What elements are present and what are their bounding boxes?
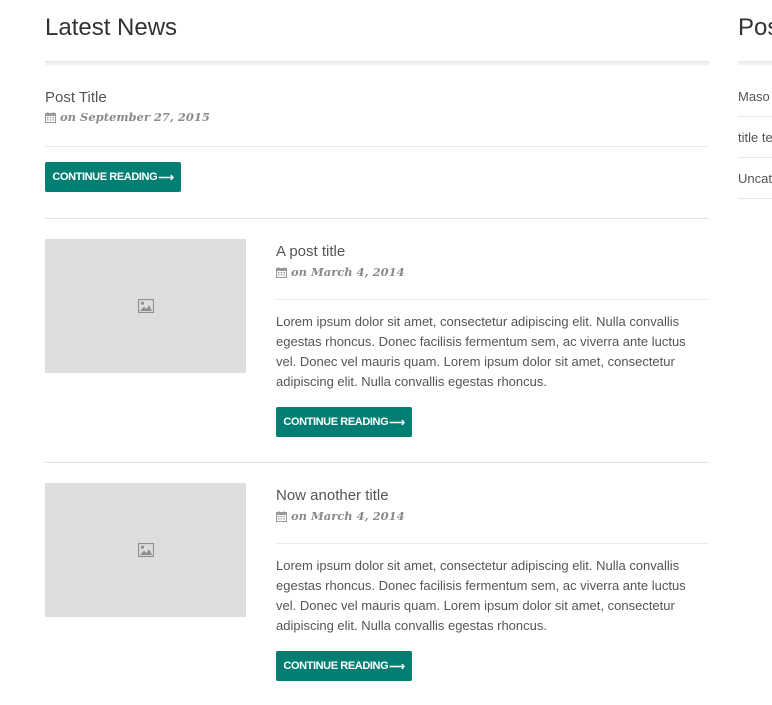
section-title-rule — [45, 61, 709, 65]
post-title[interactable]: A post title — [276, 243, 345, 260]
post-meta-divider — [276, 543, 709, 544]
image-placeholder-icon — [137, 299, 154, 313]
arrow-right-icon: ⟶ — [389, 660, 405, 673]
post-meta: on March 4, 2014 — [276, 265, 405, 279]
post-title[interactable]: Now another title — [276, 487, 389, 504]
post-divider — [45, 462, 709, 463]
sidebar-item-label: Maso — [738, 89, 770, 104]
post-excerpt: Lorem ipsum dolor sit amet, consectetur … — [276, 314, 686, 389]
post-date: on March 4, 2014 — [291, 509, 405, 523]
sidebar-item[interactable]: title te — [738, 117, 772, 158]
section-title: Latest News — [45, 14, 178, 41]
sidebar: Pos Maso title te Uncat — [738, 0, 772, 705]
sidebar-item-label: title te — [738, 130, 772, 145]
continue-reading-button[interactable]: CONTINUE READING ⟶ — [276, 407, 412, 437]
post-meta: on September 27, 2015 — [45, 110, 210, 124]
post-meta-divider — [276, 299, 709, 300]
post-date: on September 27, 2015 — [60, 110, 210, 124]
sidebar-item[interactable]: Uncat — [738, 158, 772, 199]
calendar-icon — [276, 266, 287, 278]
arrow-right-icon: ⟶ — [389, 416, 405, 429]
post-excerpt: Lorem ipsum dolor sit amet, consectetur … — [276, 558, 686, 633]
sidebar-item[interactable]: Maso — [738, 76, 772, 117]
sidebar-item-label: Uncat — [738, 171, 772, 186]
sidebar-title-rule — [738, 61, 772, 65]
continue-reading-label: CONTINUE READING — [283, 660, 389, 672]
calendar-icon — [276, 510, 287, 522]
post-meta: on March 4, 2014 — [276, 509, 405, 523]
continue-reading-label: CONTINUE READING — [283, 416, 389, 428]
post-divider — [45, 218, 709, 219]
post-date: on March 4, 2014 — [291, 265, 405, 279]
sidebar-title: Pos — [738, 14, 772, 41]
continue-reading-label: CONTINUE READING — [52, 171, 158, 183]
continue-reading-button[interactable]: CONTINUE READING ⟶ — [276, 651, 412, 681]
continue-reading-button[interactable]: CONTINUE READING ⟶ — [45, 162, 181, 192]
image-placeholder-icon — [137, 543, 154, 557]
arrow-right-icon: ⟶ — [158, 171, 174, 184]
post-title[interactable]: Post Title — [45, 89, 107, 106]
calendar-icon — [45, 111, 56, 123]
post-thumbnail[interactable] — [45, 239, 246, 373]
post-thumbnail[interactable] — [45, 483, 246, 617]
post-meta-divider — [45, 146, 709, 147]
